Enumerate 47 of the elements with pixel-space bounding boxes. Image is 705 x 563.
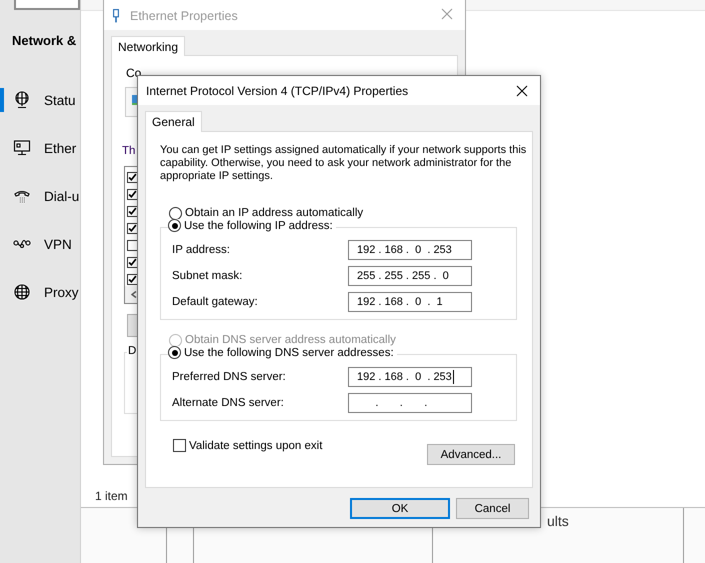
description-text: You can get IP settings assigned automatically if your network supports this capability. Otherwise, you need to ask your network administrator for the appropriate IP settings. — [160, 144, 528, 183]
page-title: Network & — [12, 33, 76, 48]
window-title: Ethernet Properties — [130, 8, 238, 22]
ip-address-field[interactable]: 192 . 168 . 0 . 1 — [348, 292, 472, 312]
column-text: ults — [547, 513, 569, 529]
checkbox-label[interactable]: Validate settings upon exit — [189, 440, 322, 452]
nav-item[interactable]: Ether — [0, 136, 80, 160]
window-title: Internet Protocol Version 4 (TCP/IPv4) Properties — [146, 84, 408, 98]
tab[interactable]: Networking — [111, 36, 186, 56]
radio-button[interactable] — [169, 206, 182, 220]
nav-item[interactable]: Dial-u — [0, 184, 80, 208]
ip-address-field[interactable]: 255 . 255 . 255 . 0 — [348, 266, 472, 286]
checkbox[interactable] — [127, 274, 138, 285]
globe-monitor-icon — [13, 91, 31, 109]
checkbox[interactable] — [173, 439, 186, 452]
dialog-button[interactable]: Cancel — [456, 498, 529, 519]
checkbox[interactable] — [127, 223, 138, 234]
field-label: Alternate DNS server: — [172, 397, 284, 409]
ip-address-field[interactable]: 192 . 168 . 0 . 253 — [348, 240, 472, 260]
field-label: Preferred DNS server: — [172, 371, 286, 383]
ip-address-field[interactable]: 192 . 168 . 0 . 253 — [348, 367, 472, 387]
list-label: Th — [122, 145, 136, 157]
nav-item[interactable]: VPN — [0, 232, 80, 256]
checkbox[interactable] — [127, 240, 138, 251]
field-label: Subnet mask: — [172, 270, 242, 282]
radio-button[interactable] — [168, 346, 181, 359]
network-cable-icon — [112, 8, 120, 24]
scroll-left-icon[interactable] — [131, 290, 137, 299]
nav-item[interactable]: Proxy — [0, 280, 80, 304]
close-icon[interactable] — [516, 85, 528, 97]
tab[interactable]: General — [145, 111, 202, 132]
status-text: 1 item — [95, 489, 128, 503]
advanced-button[interactable]: Advanced... — [427, 444, 515, 465]
nav-item[interactable]: Statu — [0, 88, 80, 112]
group-label: D — [127, 345, 138, 357]
checkbox[interactable] — [127, 172, 138, 183]
checkbox[interactable] — [127, 206, 138, 217]
radio-label[interactable]: Obtain an IP address automatically — [185, 207, 364, 219]
dialog-button[interactable]: OK — [350, 498, 450, 519]
radio-button[interactable] — [168, 219, 181, 232]
field-label: Default gateway: — [172, 296, 258, 308]
field-label: IP address: — [172, 244, 230, 256]
globe-icon — [13, 283, 31, 301]
monitor-icon — [13, 139, 31, 157]
checkbox[interactable] — [127, 257, 138, 268]
ip-address-field[interactable]: . . . — [348, 393, 472, 413]
checkbox[interactable] — [127, 189, 138, 200]
